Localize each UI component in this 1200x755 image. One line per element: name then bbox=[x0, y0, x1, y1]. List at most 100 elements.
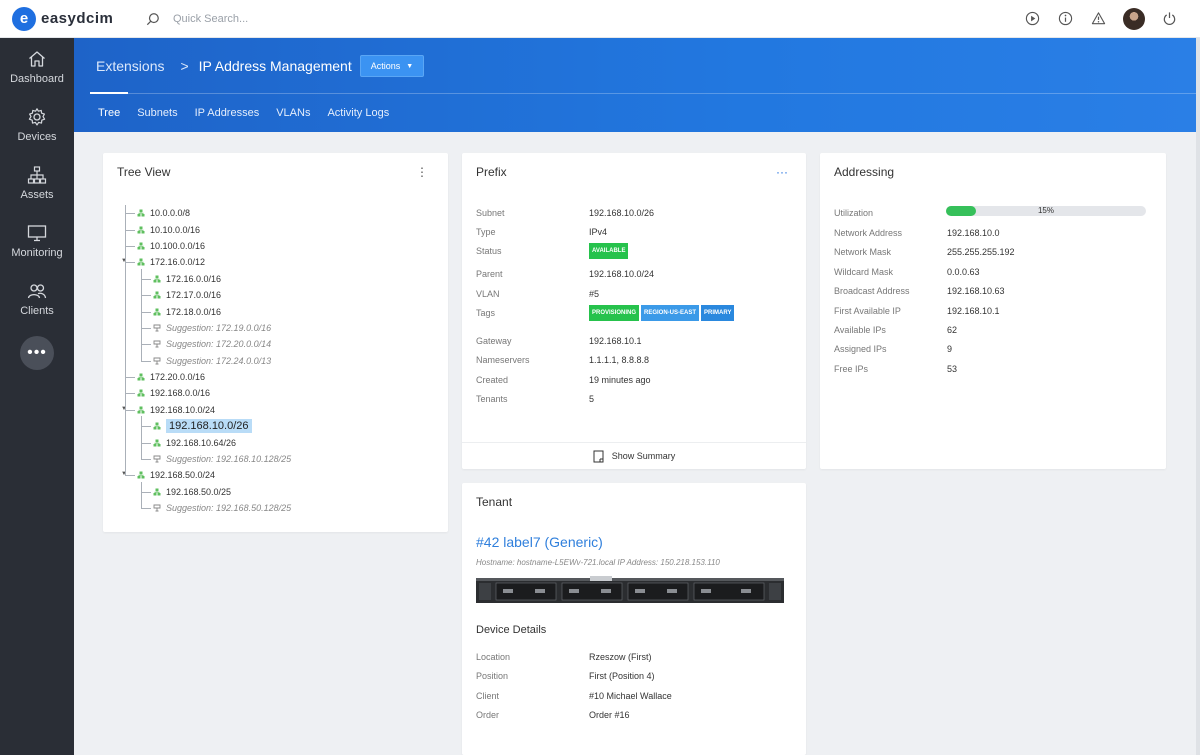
info-icon[interactable] bbox=[1049, 4, 1082, 34]
collapse-toggle-icon[interactable]: ▼ bbox=[121, 406, 127, 412]
tree-node[interactable]: 172.18.0.0/16 bbox=[117, 303, 291, 319]
actions-label: Actions bbox=[370, 61, 401, 71]
tree-node[interactable]: 10.0.0.0/8 bbox=[117, 205, 291, 221]
device-detail-value[interactable]: Order #16 bbox=[589, 710, 630, 720]
addressing-label: Free IPs bbox=[834, 363, 869, 374]
type-value: IPv4 bbox=[589, 227, 608, 237]
tab-tree[interactable]: Tree bbox=[90, 92, 129, 132]
tree-node[interactable]: 192.168.10.0/26 bbox=[117, 418, 291, 434]
tree-node[interactable]: 172.17.0.0/16 bbox=[117, 287, 291, 303]
tree-suggestion-node[interactable]: Suggestion: 172.24.0.0/13 bbox=[117, 353, 291, 369]
tab-activity-logs[interactable]: Activity Logs bbox=[319, 93, 397, 132]
device-detail-value[interactable]: #10 Michael Wallace bbox=[589, 691, 672, 701]
sidebar-item-assets[interactable]: Assets bbox=[0, 154, 74, 212]
tags-value: PROVISIONING REGION-US-EAST PRIMARY bbox=[589, 305, 736, 321]
tab-subnets[interactable]: Subnets bbox=[129, 93, 185, 132]
hierarchy-icon bbox=[27, 166, 47, 184]
status-badge: AVAILABLE bbox=[589, 243, 629, 259]
tree-node[interactable]: 10.10.0.0/16 bbox=[117, 221, 291, 237]
tree-node[interactable]: 192.168.50.0/24 ▼ bbox=[117, 467, 291, 483]
play-icon[interactable] bbox=[1016, 4, 1049, 34]
kebab-menu-icon[interactable]: ⋮ bbox=[416, 165, 428, 179]
more-button[interactable]: ••• bbox=[20, 336, 54, 370]
device-detail-label: Order bbox=[476, 710, 500, 721]
tree-connector bbox=[141, 278, 151, 280]
addressing-label: Wildcard Mask bbox=[834, 266, 894, 277]
sidebar-item-clients[interactable]: Clients bbox=[0, 270, 74, 328]
scrollbar[interactable] bbox=[1196, 38, 1200, 755]
actions-button[interactable]: Actions ▼ bbox=[359, 55, 425, 77]
created-label: Created bbox=[476, 375, 509, 385]
tree-connector bbox=[125, 393, 135, 395]
addressing-label: Network Mask bbox=[834, 247, 892, 258]
tree-node[interactable]: 10.100.0.0/16 bbox=[117, 238, 291, 254]
tree-suggestion-node[interactable]: Suggestion: 192.168.10.128/25 bbox=[117, 451, 291, 467]
tags-label: Tags bbox=[476, 308, 496, 318]
addressing-value: 9 bbox=[947, 344, 953, 355]
sidebar-item-devices[interactable]: Devices bbox=[0, 96, 74, 154]
tab-ip-addresses[interactable]: IP Addresses bbox=[187, 93, 268, 132]
network-icon bbox=[153, 422, 161, 430]
sidebar-label: Monitoring bbox=[11, 247, 63, 259]
prefix-card: Prefix ··· Subnet 192.168.10.0/26 Type I… bbox=[462, 153, 806, 469]
tree-node-label: 10.100.0.0/16 bbox=[150, 240, 206, 251]
addressing-value: 53 bbox=[947, 363, 958, 374]
tenant-link[interactable]: #42 label7 (Generic) bbox=[476, 534, 603, 550]
tree-node[interactable]: 192.168.10.64/26 bbox=[117, 434, 291, 450]
document-icon bbox=[593, 450, 604, 462]
suggestion-icon bbox=[153, 357, 161, 365]
tree-node[interactable]: 192.168.10.0/24 ▼ bbox=[117, 402, 291, 418]
search-icon[interactable] bbox=[146, 12, 160, 26]
device-detail-label: Position bbox=[476, 671, 509, 682]
avatar[interactable] bbox=[1123, 7, 1145, 30]
warning-icon[interactable] bbox=[1082, 4, 1115, 34]
device-detail-value: First (Position 4) bbox=[589, 671, 655, 682]
tab-vlans[interactable]: VLANs bbox=[268, 93, 318, 132]
parent-label: Parent bbox=[476, 269, 503, 279]
tree-node[interactable]: 192.168.50.0/25 bbox=[117, 484, 291, 500]
tree-suggestion-node[interactable]: Suggestion: 192.168.50.128/25 bbox=[117, 500, 291, 516]
tree-connector bbox=[141, 508, 151, 510]
network-icon bbox=[137, 471, 145, 479]
home-icon bbox=[29, 51, 45, 67]
tree-node-label: 172.16.0.0/12 bbox=[150, 257, 206, 268]
tree-node-label: 192.168.50.0/24 bbox=[150, 470, 216, 481]
tree-connector bbox=[125, 213, 135, 215]
tree-suggestion-node[interactable]: Suggestion: 172.20.0.0/14 bbox=[117, 336, 291, 352]
tree-connector bbox=[141, 481, 142, 509]
addressing-label: Network Address bbox=[834, 228, 903, 238]
tree-connector bbox=[141, 426, 151, 428]
tree-node-label: 192.168.10.0/26 bbox=[166, 419, 252, 434]
tree-connector bbox=[125, 377, 135, 379]
vlan-value[interactable]: #5 bbox=[589, 289, 599, 299]
power-icon[interactable] bbox=[1153, 4, 1186, 34]
tree-suggestion-node[interactable]: Suggestion: 172.19.0.0/16 bbox=[117, 320, 291, 336]
sidebar-item-dashboard[interactable]: Dashboard bbox=[0, 38, 74, 96]
users-icon bbox=[27, 284, 47, 299]
tree-node[interactable]: 172.20.0.0/16 bbox=[117, 369, 291, 385]
utilization-label: Utilization bbox=[834, 208, 874, 218]
network-icon bbox=[137, 242, 145, 250]
collapse-toggle-icon[interactable]: ▼ bbox=[121, 258, 127, 264]
collapse-toggle-icon[interactable]: ▼ bbox=[121, 471, 127, 477]
device-details-title: Device Details bbox=[476, 624, 547, 636]
show-summary-button[interactable]: Show Summary bbox=[462, 442, 806, 469]
breadcrumb-extensions[interactable]: Extensions bbox=[96, 58, 164, 74]
tree-connector bbox=[141, 416, 142, 460]
parent-value[interactable]: 192.168.10.0/24 bbox=[589, 269, 654, 279]
addressing-value: 192.168.10.0 bbox=[947, 228, 1000, 238]
tree-node[interactable]: 172.16.0.0/16 bbox=[117, 271, 291, 287]
tree-connector bbox=[125, 229, 135, 231]
network-icon bbox=[153, 275, 161, 283]
logo[interactable]: e easydcim bbox=[12, 6, 142, 31]
search-box bbox=[146, 12, 373, 26]
search-input[interactable] bbox=[173, 12, 373, 25]
breadcrumb: Extensions > IP Address Management Actio… bbox=[96, 55, 425, 77]
sidebar-item-monitoring[interactable]: Monitoring bbox=[0, 212, 74, 270]
more-menu-icon[interactable]: ··· bbox=[776, 165, 788, 179]
breadcrumb-separator: > bbox=[180, 58, 189, 74]
page-header: Extensions > IP Address Management Actio… bbox=[74, 38, 1196, 132]
tree-node[interactable]: 192.168.0.0/16 bbox=[117, 385, 291, 401]
addressing-value: 255.255.255.192 bbox=[947, 247, 1015, 258]
tree-node[interactable]: 172.16.0.0/12 ▼ bbox=[117, 254, 291, 270]
